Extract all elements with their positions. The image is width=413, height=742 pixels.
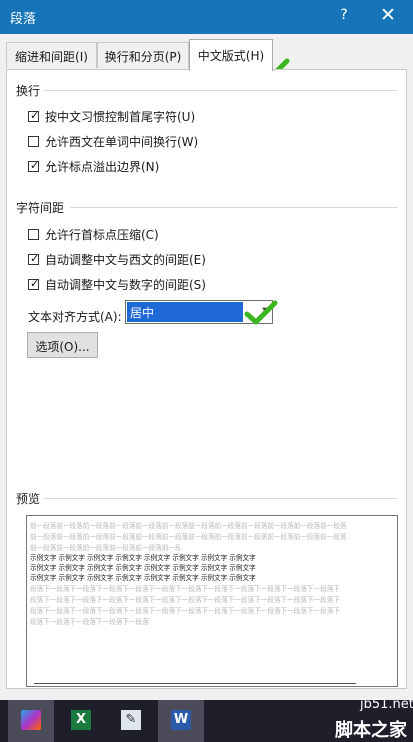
taskbar-photo-app[interactable] [8,700,54,742]
checkbox[interactable] [28,135,39,147]
checkmark-icon: ✓ [30,158,40,172]
checkbox-row[interactable]: 允许西文在单词中间换行(W) [28,132,198,150]
preview-sample-line: 示例文字 示例文字 示例文字 示例文字 示例文字 示例文字 示例文字 示例文字 [30,564,256,572]
notepad-icon: ✎ [121,710,141,730]
section-divider [44,90,398,91]
dialog-title: 段落 [10,12,37,27]
preview-rule [34,683,356,684]
preview-prev-line: 前一段落前一段落前一段落前一段落前一段落前一段落前一段落前一段落前一段落前一段落… [30,522,347,530]
section-heading-char-spacing: 字符间距 [16,201,65,215]
checkmark-icon: ✓ [30,251,40,265]
preview-prev-line: 前一段落前一段落前一段落前一段落前一段落前一段落前一段落前一段落前一段落前一段落… [30,544,180,552]
preview-next-line: 段落下一段落下一段落下一段落下一段落下一段落下一段落下一段落下一段落下一段落下一… [30,618,150,626]
tab-label: 缩进和间距(I) [15,50,88,64]
checkmark-icon: ✓ [30,108,40,122]
tab-label: 换行和分页(P) [104,50,182,64]
preview-next-line: 段落下一段落下一段落下一段落下一段落下一段落下一段落下一段落下一段落下一段落下一… [30,596,340,604]
options-button[interactable]: 选项(O)... [27,332,98,358]
checkbox[interactable]: ✓ [28,108,40,122]
taskbar-word[interactable]: W [158,700,204,742]
close-button[interactable]: ✕ [376,4,400,26]
checkbox-row[interactable]: ✓ 自动调整中文与西文的间距(E) [28,250,206,268]
photo-app-icon [21,710,41,730]
checkbox-label: 允许标点溢出边界(N) [45,159,160,174]
text-align-row: 文本对齐方式(A): [28,305,122,327]
checkbox-row[interactable]: ✓ 按中文习惯控制首尾字符(U) [28,107,195,125]
excel-icon: X [71,710,91,730]
tab-indent-spacing[interactable]: 缩进和间距(I) [6,42,97,68]
section-divider [44,498,398,499]
preview-sample-line: 示例文字 示例文字 示例文字 示例文字 示例文字 示例文字 示例文字 示例文字 [30,554,256,562]
text-align-value: 居中 [127,302,243,322]
help-button[interactable]: ? [336,7,352,23]
section-divider [70,207,398,208]
checkbox-label: 允许西文在单词中间换行(W) [45,134,199,149]
tab-line-page-breaks[interactable]: 换行和分页(P) [97,42,189,68]
preview-sample-line: 示例文字 示例文字 示例文字 示例文字 示例文字 示例文字 示例文字 示例文字 [30,574,256,582]
checkbox-row[interactable]: ✓ 允许标点溢出边界(N) [28,157,159,175]
checkbox-row[interactable]: 允许行首标点压缩(C) [28,225,159,243]
checkbox[interactable]: ✓ [28,276,40,290]
checkbox-label: 按中文习惯控制首尾字符(U) [45,109,196,124]
watermark-brand: 脚本之家 [335,720,407,741]
checkbox-label: 自动调整中文与数字的间距(S) [45,277,206,292]
word-icon: W [171,710,191,730]
watermark-url: jb51.net [360,697,413,712]
checkbox-label: 允许行首标点压缩(C) [45,227,159,242]
check-badge-icon [244,300,278,325]
tab-strip: 缩进和间距(I) 换行和分页(P) 中文版式(H) [0,34,413,71]
checkbox[interactable]: ✓ [28,158,40,172]
checkbox-row[interactable]: ✓ 自动调整中文与数字的间距(S) [28,275,206,293]
checkbox-label: 自动调整中文与西文的间距(E) [45,252,206,267]
taskbar-notepad[interactable]: ✎ [108,700,154,742]
section-heading-preview: 预览 [16,492,41,506]
text-align-label: 文本对齐方式(A): [28,309,122,324]
checkbox[interactable]: ✓ [28,251,40,265]
preview-next-line: 段落下一段落下一段落下一段落下一段落下一段落下一段落下一段落下一段落下一段落下一… [30,585,340,593]
checkbox[interactable] [28,228,39,240]
section-heading-line-break: 换行 [16,84,41,98]
tab-asian-typography[interactable]: 中文版式(H) [189,39,273,71]
tab-label: 中文版式(H) [197,49,265,63]
preview-next-line: 段落下一段落下一段落下一段落下一段落下一段落下一段落下一段落下一段落下一段落下一… [30,607,340,615]
dialog-titlebar: 段落 ? ✕ [0,0,413,34]
taskbar-excel[interactable]: X [58,700,104,742]
checkmark-icon: ✓ [30,276,40,290]
preview-prev-line: 前一段落前一段落前一段落前一段落前一段落前一段落前一段落前一段落前一段落前一段落… [30,533,347,541]
